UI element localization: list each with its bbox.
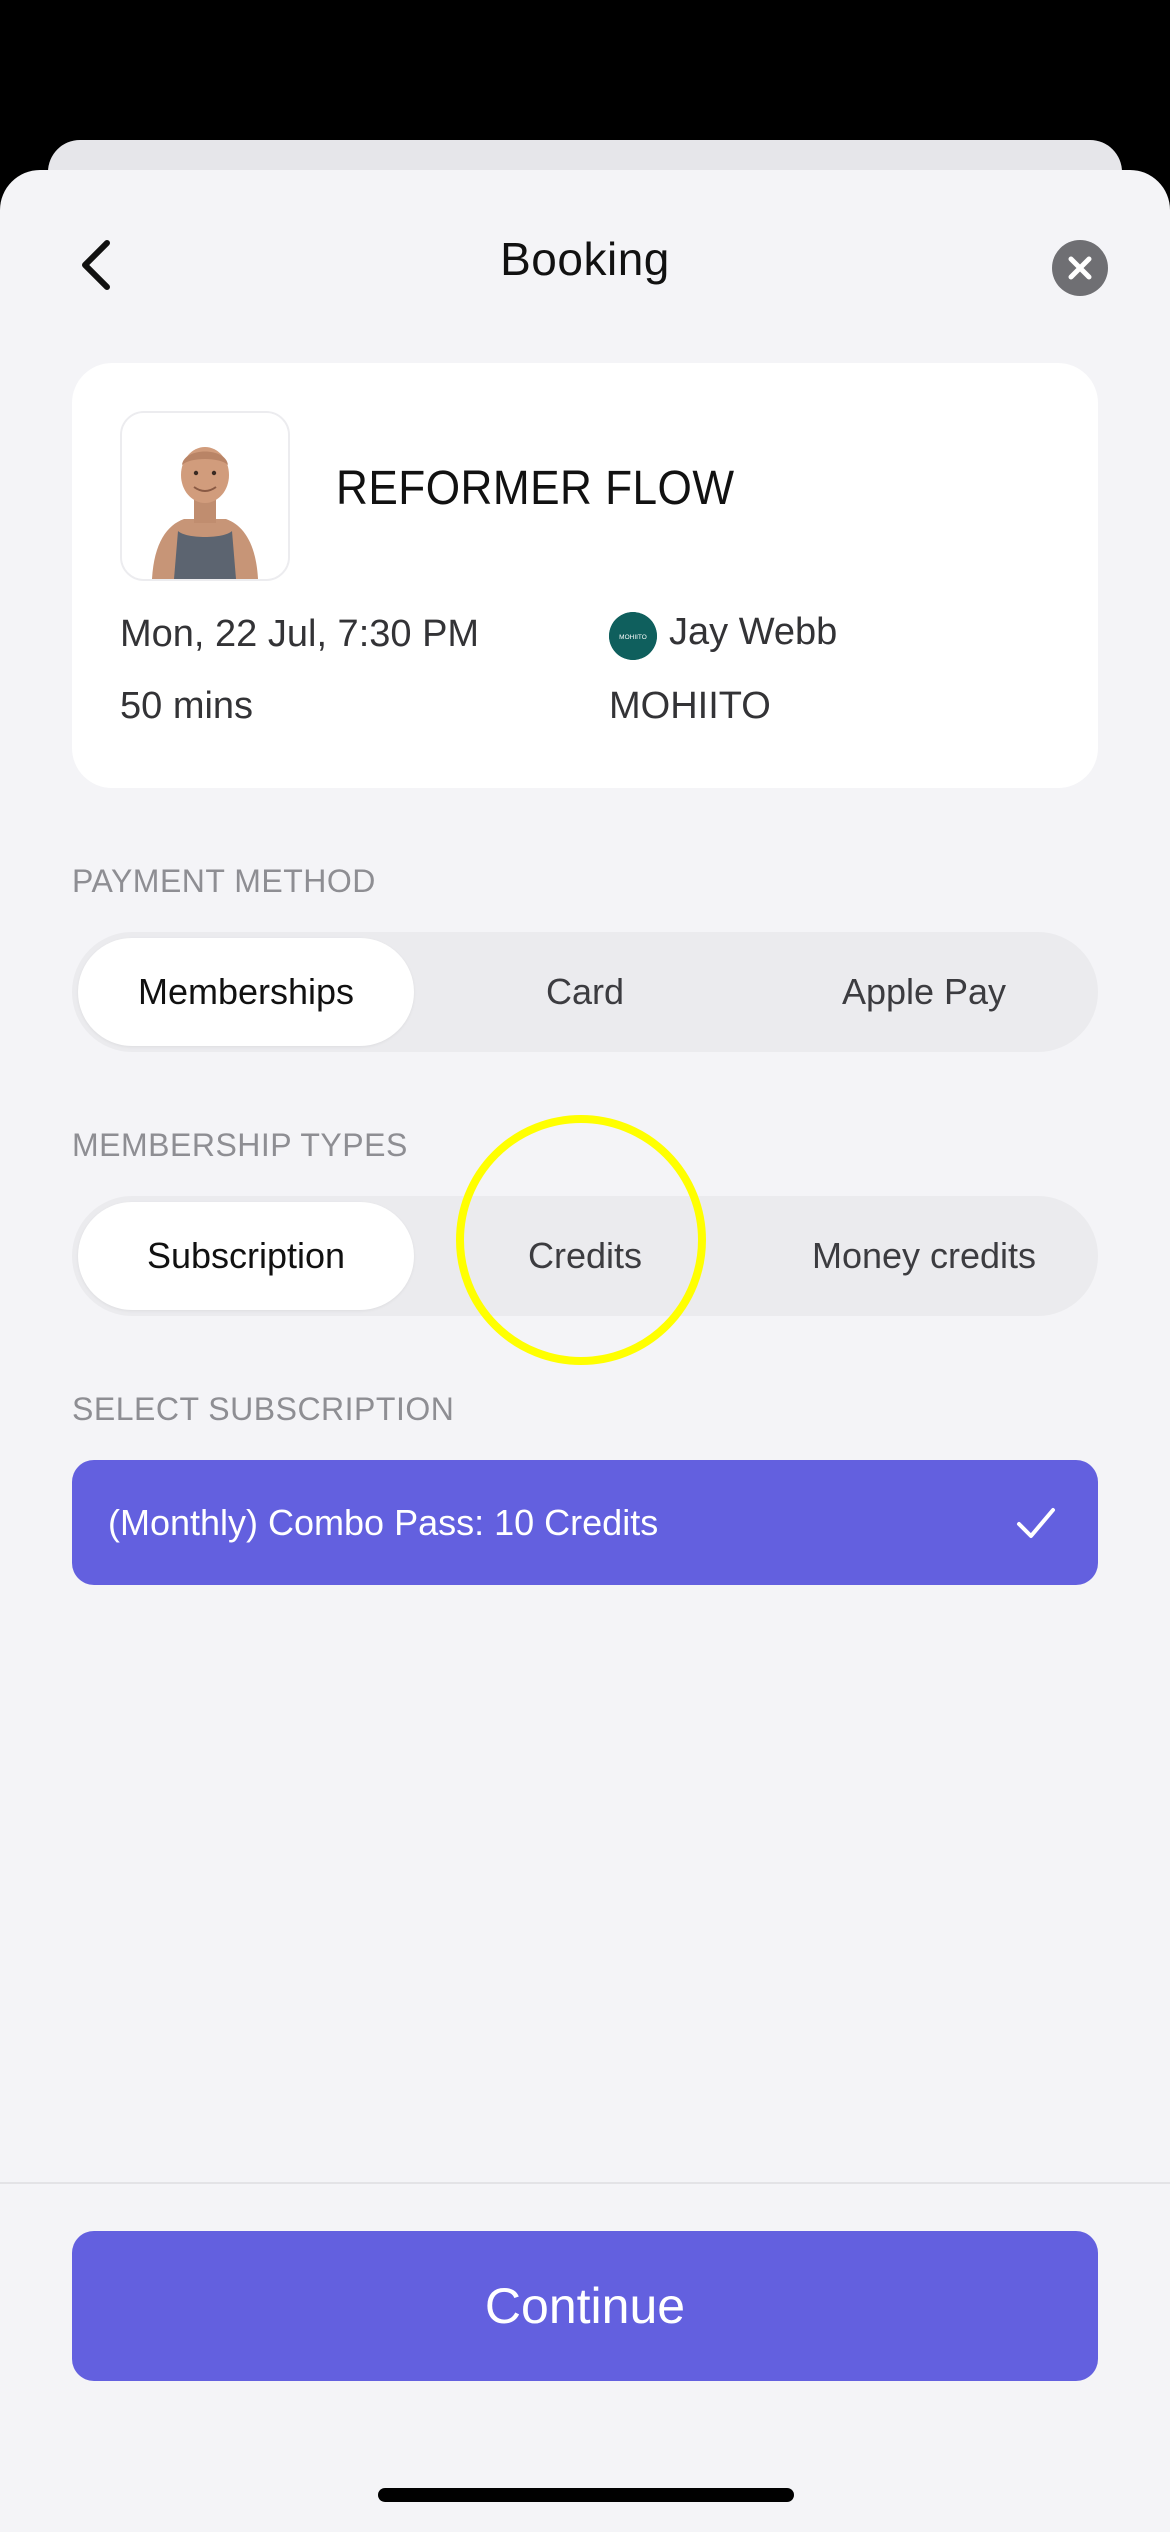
membership-types-label: MEMBERSHIP TYPES	[72, 1127, 408, 1163]
continue-button[interactable]: Continue	[72, 2231, 1098, 2381]
footer-divider	[0, 2182, 1170, 2184]
payment-option-card[interactable]: Card	[417, 938, 753, 1046]
class-datetime: Mon, 22 Jul, 7:30 PM	[120, 613, 480, 655]
membership-types-selector: Subscription Credits Money credits	[72, 1196, 1098, 1316]
select-subscription-label: SELECT SUBSCRIPTION	[72, 1391, 455, 1427]
class-duration: 50 mins	[120, 685, 254, 727]
membership-option-money-credits[interactable]: Money credits	[756, 1202, 1092, 1310]
membership-option-credits[interactable]: Credits	[417, 1202, 753, 1310]
class-name: REFORMER FLOW	[336, 462, 735, 515]
payment-method-label: PAYMENT METHOD	[72, 863, 376, 899]
subscription-option[interactable]: (Monthly) Combo Pass: 10 Credits	[72, 1460, 1098, 1585]
studio-logo-text: MOHIITO	[619, 634, 647, 641]
class-card: REFORMER FLOW Mon, 22 Jul, 7:30 PM 50 mi…	[72, 363, 1098, 788]
studio-name: MOHIITO	[609, 685, 771, 727]
instructor-name: Jay Webb	[669, 611, 838, 653]
page-title: Booking	[500, 233, 670, 285]
membership-option-subscription[interactable]: Subscription	[78, 1202, 414, 1310]
payment-option-memberships[interactable]: Memberships	[78, 938, 414, 1046]
studio-logo-mark: MOHIITO	[609, 612, 657, 660]
instructor-photo	[122, 413, 288, 579]
checkmark-icon	[1017, 1507, 1055, 1538]
subscription-option-label: (Monthly) Combo Pass: 10 Credits	[108, 1501, 659, 1543]
close-button[interactable]	[1052, 240, 1108, 296]
close-icon	[1068, 256, 1092, 280]
home-indicator	[378, 2488, 794, 2502]
booking-sheet: Booking REFORMER FLOW Mon, 22 Jul, 7:30 …	[0, 170, 1170, 2532]
screen: Booking REFORMER FLOW Mon, 22 Jul, 7:30 …	[0, 0, 1170, 2532]
header: Booking	[0, 170, 1170, 360]
payment-method-selector: Memberships Card Apple Pay	[72, 932, 1098, 1052]
payment-option-apple-pay[interactable]: Apple Pay	[756, 938, 1092, 1046]
instructor-avatar	[120, 411, 290, 581]
studio-logo: MOHIITO	[609, 612, 657, 660]
